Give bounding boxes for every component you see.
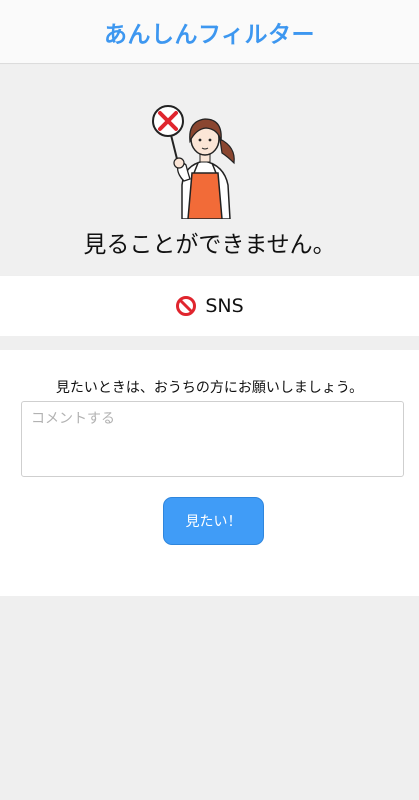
prohibited-icon <box>176 296 197 316</box>
blocked-category-bar: SNS <box>0 276 419 336</box>
blocked-message: 見ることができません。 <box>83 232 336 258</box>
request-view-button[interactable]: 見たい！ <box>163 497 264 545</box>
app-logo-title: あんしんフィルター <box>103 21 316 48</box>
request-instruction: 見たいときは、おうちの方にお願いしましょう。 <box>55 380 364 396</box>
blocked-category-label: SNS <box>205 295 244 317</box>
unblock-request-panel: 見たいときは、おうちの方にお願いしましょう。 見たい！ <box>0 350 419 596</box>
comment-input[interactable] <box>21 401 404 477</box>
app-header: あんしんフィルター <box>0 0 419 64</box>
blocked-hero: 見ることができません。 <box>0 65 419 275</box>
woman-holding-x-sign-illustration <box>152 105 235 219</box>
